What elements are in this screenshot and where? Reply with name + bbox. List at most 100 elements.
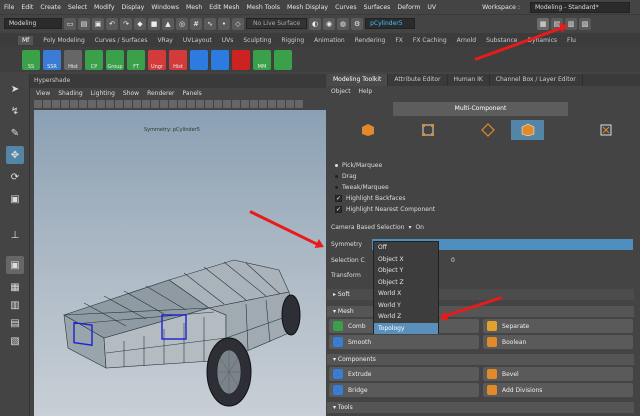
workspace-dropdown[interactable]: Modeling - Standard*	[530, 2, 630, 13]
shelf-tab-mf[interactable]: Mf	[18, 35, 34, 45]
symmetry-option-off[interactable]: Off	[374, 242, 438, 254]
menu-windows[interactable]: Windows	[151, 4, 179, 11]
lock-icon[interactable]: ◎	[176, 17, 188, 30]
open-icon[interactable]: ▤	[78, 17, 90, 30]
bevel-button[interactable]: Bevel	[483, 367, 633, 381]
separate-button[interactable]: Separate	[483, 319, 633, 333]
select-component-icon[interactable]: ▲	[162, 17, 174, 30]
shelf-tool-icon[interactable]: SSR	[43, 49, 61, 70]
camera-based-selection-value[interactable]: On	[415, 224, 424, 231]
viewport-toolbar-icon[interactable]	[160, 99, 168, 108]
select-tool-icon[interactable]: ➤	[6, 80, 24, 98]
shelf-tab-rendering[interactable]: Rendering	[355, 37, 386, 44]
shelf-tab-uvlayout[interactable]: UVLayout	[183, 37, 212, 44]
viewport-menu-show[interactable]: Show	[123, 90, 139, 97]
viewport-toolbar-icon[interactable]	[286, 99, 294, 108]
shelf-tool-icon[interactable]: Hist	[64, 49, 82, 70]
shelf-tool-icon[interactable]	[274, 49, 292, 70]
toolkit-menu-help[interactable]: Help	[359, 88, 373, 95]
tab-modeling-toolkit[interactable]: Modeling Toolkit	[327, 74, 389, 86]
vertex-mode-icon[interactable]	[411, 120, 444, 140]
symmetry-option-world-x[interactable]: World X	[374, 288, 438, 300]
extrude-button[interactable]: Extrude	[329, 367, 479, 381]
shelf-tool-icon[interactable]: SS	[22, 49, 40, 70]
shelf-tab-sculpting[interactable]: Sculpting	[243, 37, 271, 44]
shelf-tool-icon[interactable]: CP	[85, 49, 103, 70]
components-section[interactable]: ▾ Components	[327, 354, 634, 365]
rotate-tool-icon[interactable]: ⟳	[6, 168, 24, 186]
menu-modify[interactable]: Modify	[94, 4, 115, 11]
viewport-toolbar-icon[interactable]	[295, 99, 303, 108]
shelf-tool-icon[interactable]	[211, 49, 229, 70]
viewport-menu-renderer[interactable]: Renderer	[147, 90, 174, 97]
render-settings-icon[interactable]: ⚙	[351, 17, 364, 30]
move-tool-icon[interactable]: ✥	[6, 146, 24, 164]
tools-section[interactable]: ▾ Tools	[327, 402, 634, 413]
viewport-toolbar-icon[interactable]	[277, 99, 285, 108]
layout-split-icon[interactable]: ▥	[6, 296, 24, 314]
viewport-menu-shading[interactable]: Shading	[58, 90, 82, 97]
layout-vertical-icon[interactable]: ▤	[6, 314, 24, 332]
shelf-tab-animation[interactable]: Animation	[314, 37, 345, 44]
viewport-toolbar-icon[interactable]	[43, 99, 51, 108]
viewport-toolbar-icon[interactable]	[106, 99, 114, 108]
shelf-tab-fx-caching[interactable]: FX Caching	[413, 37, 447, 44]
viewport-toolbar-icon[interactable]	[142, 99, 150, 108]
viewport-toolbar-icon[interactable]	[124, 99, 132, 108]
viewport-toolbar-icon[interactable]	[214, 99, 222, 108]
viewport-menu-panels[interactable]: Panels	[182, 90, 201, 97]
redo-icon[interactable]: ↷	[120, 17, 132, 30]
viewport-toolbar-icon[interactable]	[97, 99, 105, 108]
menu-create[interactable]: Create	[40, 4, 61, 11]
shelf-tool-icon[interactable]: MM	[253, 49, 271, 70]
menu-display[interactable]: Display	[122, 4, 145, 11]
tab-human-ik[interactable]: Human IK	[448, 74, 490, 86]
shelf-tab-vray[interactable]: VRay	[157, 37, 172, 44]
scale-tool-icon[interactable]: ▣	[6, 190, 24, 208]
layout-quad-icon[interactable]: ▦	[6, 278, 24, 296]
shelf-tool-icon[interactable]: Group	[106, 49, 124, 70]
select-hierarchy-icon[interactable]: ◆	[134, 17, 146, 30]
save-icon[interactable]: ▣	[92, 17, 104, 30]
multi-component-button[interactable]: Multi-Component	[393, 102, 568, 116]
viewport-toolbar-icon[interactable]	[187, 99, 195, 108]
viewport-toolbar-icon[interactable]	[88, 99, 96, 108]
symmetry-option-object-y[interactable]: Object Y	[374, 265, 438, 277]
toolkit-menu-object[interactable]: Object	[331, 88, 351, 95]
layout-single-icon[interactable]: ▣	[6, 256, 24, 274]
live-surface-field[interactable]: No Live Surface	[246, 18, 308, 29]
viewport-toolbar-icon[interactable]	[241, 99, 249, 108]
viewport-toolbar-icon[interactable]	[70, 99, 78, 108]
menu-mesh[interactable]: Mesh	[186, 4, 202, 11]
symmetry-option-object-z[interactable]: Object Z	[374, 277, 438, 289]
shelf-tab-fx[interactable]: FX	[395, 37, 403, 44]
viewport-menu-lighting[interactable]: Lighting	[91, 90, 115, 97]
shelf-tab-rigging[interactable]: Rigging	[281, 37, 304, 44]
viewport-toolbar-icon[interactable]	[79, 99, 87, 108]
select-object-icon[interactable]: ■	[148, 17, 160, 30]
object-mode-icon[interactable]	[351, 120, 384, 140]
drag-option[interactable]: Drag	[335, 173, 357, 180]
shelf-tool-icon[interactable]: Hist	[169, 49, 187, 70]
shelf-tool-icon[interactable]: FT	[127, 49, 145, 70]
viewport-toolbar-icon[interactable]	[205, 99, 213, 108]
viewport-toolbar-icon[interactable]	[259, 99, 267, 108]
snap-plane-icon[interactable]: ◇	[232, 17, 244, 30]
viewport-toolbar-icon[interactable]	[196, 99, 204, 108]
menu-file[interactable]: File	[4, 4, 14, 11]
boolean-button[interactable]: Boolean	[483, 335, 633, 349]
viewport-toolbar-icon[interactable]	[223, 99, 231, 108]
snap-grid-icon[interactable]: #	[190, 17, 202, 30]
viewport-menu-view[interactable]: View	[36, 90, 50, 97]
tool-settings-icon[interactable]: ▧	[579, 17, 592, 30]
object-name-field[interactable]: pCylinder5	[365, 18, 416, 29]
shelf-tool-icon[interactable]: Ungr	[148, 49, 166, 70]
paint-select-icon[interactable]: ✎	[6, 124, 24, 142]
menu-set-dropdown[interactable]: Modeling	[4, 18, 62, 29]
uv-mode-icon[interactable]	[589, 120, 622, 140]
undo-icon[interactable]: ↶	[106, 17, 118, 30]
selection-constraint-value[interactable]: 0	[451, 257, 455, 264]
shelf-tool-icon[interactable]	[190, 49, 208, 70]
pick-marquee-option[interactable]: Pick/Marquee	[335, 162, 382, 169]
ipr-icon[interactable]: ◍	[337, 17, 350, 30]
